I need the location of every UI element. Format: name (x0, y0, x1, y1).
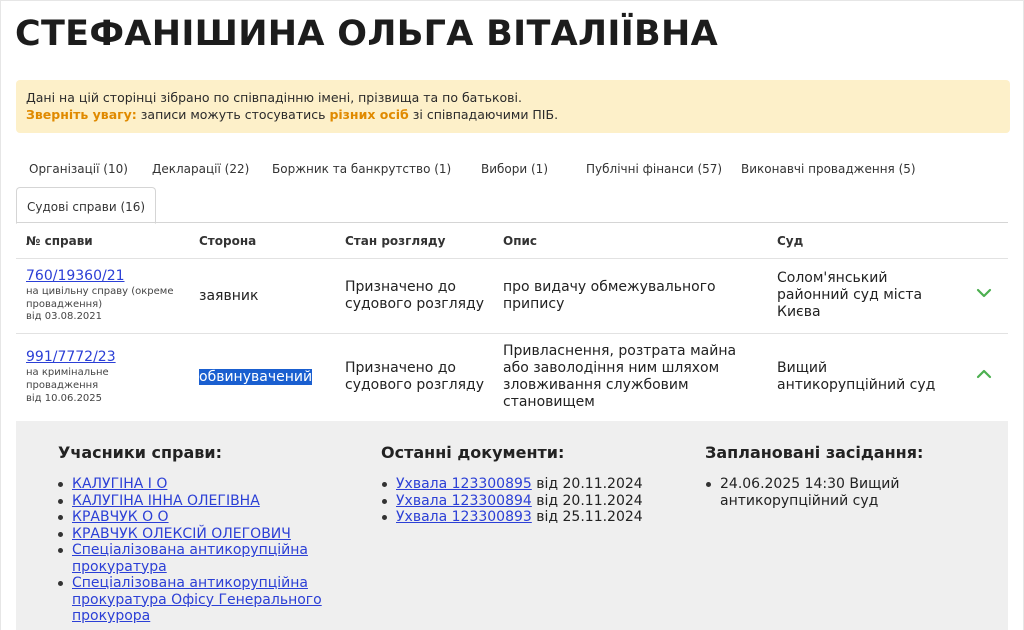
case-status: Призначено до судового розгляду (345, 279, 485, 312)
case-type: на кримінальне провадження (26, 367, 109, 391)
chevron-up-icon[interactable] (975, 365, 993, 383)
case-number-link[interactable]: 991/7772/23 (26, 349, 116, 365)
list-item[interactable]: Спеціалізована антикорупційна прокуратур… (58, 542, 328, 575)
notice-line1: Дані на цій сторінці зібрано по співпаді… (26, 90, 522, 105)
list-item[interactable]: КРАВЧУК ОЛЕКСІЙ ОЛЕГОВИЧ (58, 526, 328, 543)
document-date: від 20.11.2024 (531, 476, 643, 492)
list-item: Ухвала 123300895 від 20.11.2024 (382, 476, 672, 493)
header-side: Сторона (199, 234, 257, 248)
list-item: Ухвала 123300894 від 20.11.2024 (382, 493, 672, 510)
documents-list: Ухвала 123300895 від 20.11.2024 Ухвала 1… (382, 476, 672, 526)
notice-highlight: різних осіб (329, 107, 409, 122)
hearings-title: Заплановані засідання: (705, 443, 924, 462)
case-date: від 03.08.2021 (26, 311, 103, 322)
tab-court-cases[interactable]: Судові справи (16) (16, 187, 157, 224)
notice-banner: Дані на цій сторінці зібрано по співпаді… (16, 80, 1010, 133)
list-item[interactable]: КАЛУГІНА І О (58, 476, 328, 493)
page-title: СТЕФАНІШИНА ОЛЬГА ВІТАЛІЇВНА (15, 14, 718, 54)
document-date: від 20.11.2024 (531, 492, 643, 509)
list-item: Ухвала 123300893 від 25.11.2024 (382, 509, 672, 526)
list-item[interactable]: Спеціалізована антикорупційна прокуратур… (58, 575, 328, 625)
case-number-link[interactable]: 760/19360/21 (26, 268, 125, 284)
header-description: Опис (503, 234, 538, 248)
list-item[interactable]: КАЛУГІНА ІННА ОЛЕГІВНА (58, 493, 328, 510)
case-court: Вищий антикорупційний суд (777, 360, 936, 393)
notice-line2: Зверніть увагу: записи можуть стосуватис… (26, 106, 1000, 123)
document-link[interactable]: Ухвала 123300894 (396, 493, 532, 509)
tab-declarations[interactable]: Декларації (22) (152, 162, 249, 176)
case-description: про видачу обмежувального припису (503, 279, 716, 312)
header-court: Суд (777, 234, 804, 248)
header-status: Стан розгляду (345, 234, 446, 248)
participant-link[interactable]: КРАВЧУК О О (72, 509, 169, 525)
case-type: на цивільну справу (окреме провадження) (26, 286, 174, 310)
row-divider (16, 333, 1008, 334)
header-divider (16, 258, 1008, 259)
case-status: Призначено до судового розгляду (345, 360, 485, 393)
tab-enforcement[interactable]: Виконавчі провадження (5) (741, 162, 916, 176)
list-item: 24.06.2025 14:30 Вищий антикорупційний с… (706, 476, 906, 509)
case-side: обвинувачений (199, 369, 313, 385)
participant-link[interactable]: КРАВЧУК ОЛЕКСІЙ ОЛЕГОВИЧ (72, 526, 291, 542)
case-details-panel: Учасники справи: КАЛУГІНА І О КАЛУГІНА І… (16, 421, 1008, 630)
participant-link[interactable]: Спеціалізована антикорупційна прокуратур… (72, 542, 308, 575)
participant-link[interactable]: Спеціалізована антикорупційна прокуратур… (72, 575, 322, 624)
tabs-divider (16, 222, 1008, 223)
case-court: Солом'янський районний суд міста Києва (777, 270, 923, 320)
list-item[interactable]: КРАВЧУК О О (58, 509, 328, 526)
participant-link[interactable]: КАЛУГІНА І О (72, 476, 167, 492)
header-case-number: № справи (26, 234, 93, 248)
tab-debtor[interactable]: Боржник та банкрутство (1) (272, 162, 451, 176)
case-side: заявник (199, 288, 259, 304)
documents-title: Останні документи: (381, 443, 565, 462)
case-date: від 10.06.2025 (26, 393, 103, 404)
tab-public-finance[interactable]: Публічні фінанси (57) (586, 162, 722, 176)
tabs-bar: Організації (10) Декларації (22) Боржник… (16, 150, 1008, 224)
hearings-list: 24.06.2025 14:30 Вищий антикорупційний с… (706, 476, 906, 509)
tab-organizations[interactable]: Організації (10) (29, 162, 128, 176)
chevron-down-icon[interactable] (975, 284, 993, 302)
case-description: Привласнення, розтрата майна або заволод… (503, 343, 737, 410)
participant-link[interactable]: КАЛУГІНА ІННА ОЛЕГІВНА (72, 493, 260, 509)
participants-list: КАЛУГІНА І О КАЛУГІНА ІННА ОЛЕГІВНА КРАВ… (58, 476, 328, 625)
notice-text-a: записи можуть стосуватись (136, 107, 330, 122)
tab-elections[interactable]: Вибори (1) (481, 162, 548, 176)
document-link[interactable]: Ухвала 123300895 (396, 476, 532, 492)
notice-text-b: зі співпадаючими ПІБ. (408, 107, 559, 122)
notice-warn-label: Зверніть увагу: (26, 107, 137, 122)
participants-title: Учасники справи: (58, 443, 223, 462)
document-date: від 25.11.2024 (531, 509, 643, 525)
document-link[interactable]: Ухвала 123300893 (396, 509, 532, 525)
